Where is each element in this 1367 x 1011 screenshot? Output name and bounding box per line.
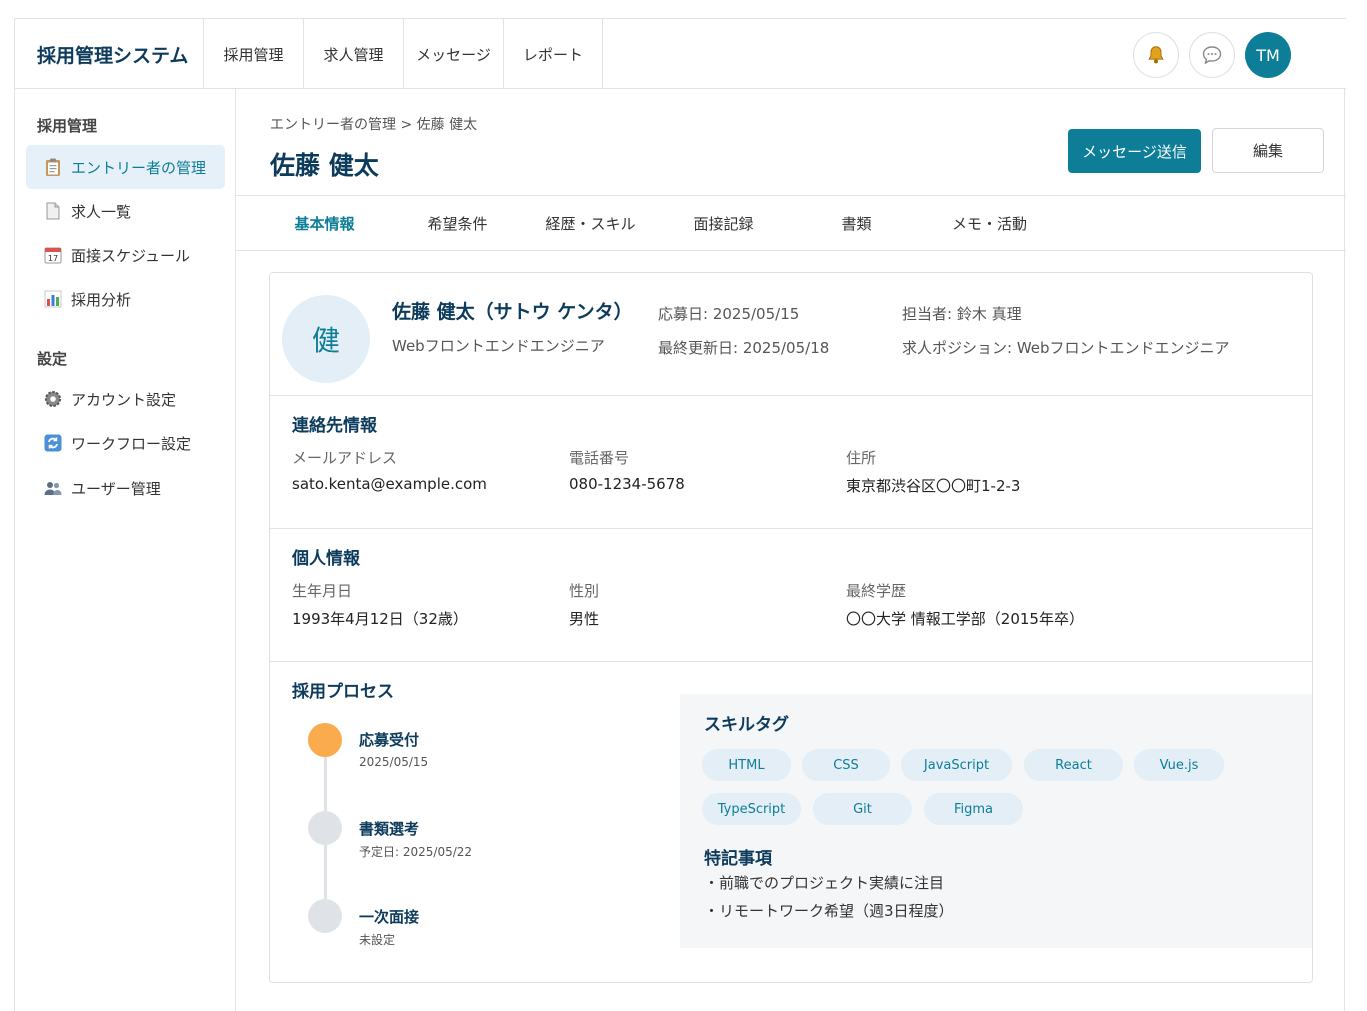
birth-label: 生年月日	[292, 582, 353, 600]
skill-tag[interactable]: Vue.js	[1134, 749, 1224, 781]
clipboard-icon	[42, 156, 64, 178]
gender-label: 性別	[569, 582, 600, 600]
education-value: 〇〇大学 情報工学部（2015年卒）	[846, 610, 1084, 628]
process-section-title: 採用プロセス	[292, 682, 394, 702]
skills-section-title: スキルタグ	[704, 715, 789, 735]
birth-value: 1993年4月12日（32歳）	[292, 610, 468, 628]
candidate-card: 健 佐藤 健太（サトウ ケンタ） Webフロントエンドエンジニア 応募日: 20…	[269, 272, 1313, 983]
note-line: ・前職でのプロジェクト実績に注目	[704, 874, 945, 892]
sidebar-item-label: 求人一覧	[71, 202, 132, 221]
gear-icon	[42, 388, 64, 410]
sidebar-item-interview-schedule[interactable]: 17 面接スケジュール	[26, 233, 225, 277]
document-icon	[42, 200, 64, 222]
sidebar-item-entries[interactable]: エントリー者の管理	[26, 145, 225, 189]
applied-date: 応募日: 2025/05/15	[658, 305, 800, 323]
email-label: メールアドレス	[292, 449, 398, 467]
nav-messages[interactable]: メッセージ	[403, 19, 503, 89]
candidate-role: Webフロントエンドエンジニア	[392, 337, 605, 355]
chat-icon	[1202, 46, 1222, 65]
sidebar-item-label: 採用分析	[71, 290, 132, 309]
tab-documents[interactable]: 書類	[790, 196, 923, 251]
personal-section-title: 個人情報	[292, 549, 360, 569]
updated-date: 最終更新日: 2025/05/18	[658, 339, 830, 357]
sidebar-section-settings: 設定	[37, 350, 68, 368]
breadcrumb: エントリー者の管理 > 佐藤 健太	[270, 117, 478, 133]
address-label: 住所	[846, 449, 877, 467]
step-title: 応募受付	[359, 731, 420, 749]
step-title: 一次面接	[359, 908, 420, 926]
tab-preferences[interactable]: 希望条件	[391, 196, 524, 251]
sidebar-item-analytics[interactable]: 採用分析	[26, 277, 225, 321]
tab-interview-records[interactable]: 面接記録	[657, 196, 790, 251]
sidebar-item-label: ユーザー管理	[71, 479, 161, 498]
top-header: 採用管理システム 採用管理 求人管理 メッセージ レポート TM	[15, 18, 1346, 89]
nav-recruiting[interactable]: 採用管理	[203, 19, 303, 89]
skill-tag[interactable]: HTML	[702, 749, 791, 781]
sidebar-item-label: 面接スケジュール	[71, 246, 190, 265]
job-position: 求人ポジション: Webフロントエンドエンジニア	[902, 339, 1230, 357]
sidebar-section-recruiting: 採用管理	[37, 117, 98, 135]
chat-button[interactable]	[1189, 32, 1235, 78]
step-date: 未設定	[359, 933, 396, 947]
page-title: 佐藤 健太	[270, 151, 379, 180]
calendar-icon: 17	[42, 244, 64, 266]
skill-tag[interactable]: TypeScript	[702, 793, 801, 825]
step-date: 予定日: 2025/05/22	[359, 845, 473, 859]
divider	[270, 661, 1312, 662]
education-label: 最終学歴	[846, 582, 907, 600]
skills-panel: スキルタグ HTML CSS JavaScript React Vue.js T…	[680, 694, 1312, 948]
divider	[270, 528, 1312, 529]
timeline-dot-pending	[308, 811, 342, 845]
sidebar: 採用管理 エントリー者の管理 求人一覧 17 面接スケジュール 採用分析 設定	[15, 89, 236, 1011]
step-title: 書類選考	[359, 820, 420, 838]
sidebar-item-user-management[interactable]: ユーザー管理	[26, 466, 225, 510]
tab-basic-info[interactable]: 基本情報	[258, 196, 391, 251]
sidebar-item-account-settings[interactable]: アカウント設定	[26, 377, 225, 421]
owner: 担当者: 鈴木 真理	[902, 305, 1022, 323]
sidebar-item-label: ワークフロー設定	[71, 434, 192, 453]
skill-tag[interactable]: CSS	[802, 749, 890, 781]
notification-button[interactable]	[1133, 32, 1179, 78]
skill-tag[interactable]: React	[1024, 749, 1123, 781]
top-nav: 採用管理 求人管理 メッセージ レポート	[203, 19, 603, 89]
users-icon	[42, 477, 64, 499]
email-value[interactable]: sato.kenta@example.com	[292, 475, 487, 493]
gender-value: 男性	[569, 610, 600, 628]
sidebar-item-label: エントリー者の管理	[71, 158, 207, 177]
app-frame: 採用管理システム 採用管理 求人管理 メッセージ レポート TM 採用管理 エン…	[14, 18, 1346, 1011]
candidate-avatar: 健	[282, 295, 370, 383]
notes-section-title: 特記事項	[704, 849, 772, 869]
tab-bar: 基本情報 希望条件 経歴・スキル 面接記録 書類 メモ・活動	[236, 195, 1346, 251]
nav-reports[interactable]: レポート	[503, 19, 603, 89]
tab-memo-activity[interactable]: メモ・活動	[923, 196, 1056, 251]
tab-career-skills[interactable]: 経歴・スキル	[524, 196, 657, 251]
svg-text:17: 17	[48, 254, 58, 263]
skill-tag[interactable]: Figma	[924, 793, 1023, 825]
refresh-icon	[42, 432, 64, 454]
note-line: ・リモートワーク希望（週3日程度）	[704, 902, 954, 920]
nav-jobs[interactable]: 求人管理	[303, 19, 403, 89]
sidebar-item-workflow-settings[interactable]: ワークフロー設定	[26, 421, 225, 465]
timeline-dot-pending	[308, 899, 342, 933]
user-avatar[interactable]: TM	[1245, 32, 1291, 78]
address-value: 東京都渋谷区〇〇町1-2-3	[846, 477, 1021, 495]
bar-chart-icon	[42, 288, 64, 310]
sidebar-item-label: アカウント設定	[71, 390, 177, 409]
timeline-dot-done	[308, 723, 342, 757]
bell-icon	[1148, 46, 1164, 64]
skill-tag[interactable]: JavaScript	[901, 749, 1012, 781]
edit-button[interactable]: 編集	[1212, 128, 1324, 173]
candidate-name: 佐藤 健太（サトウ ケンタ）	[392, 301, 633, 323]
sidebar-item-jobs[interactable]: 求人一覧	[26, 189, 225, 233]
phone-value: 080-1234-5678	[569, 475, 685, 493]
send-message-button[interactable]: メッセージ送信	[1068, 129, 1201, 173]
app-title: 採用管理システム	[37, 45, 189, 67]
skill-tag[interactable]: Git	[813, 793, 912, 825]
step-date: 2025/05/15	[359, 755, 429, 769]
divider	[270, 395, 1312, 396]
phone-label: 電話番号	[569, 449, 630, 467]
contact-section-title: 連絡先情報	[292, 416, 377, 436]
